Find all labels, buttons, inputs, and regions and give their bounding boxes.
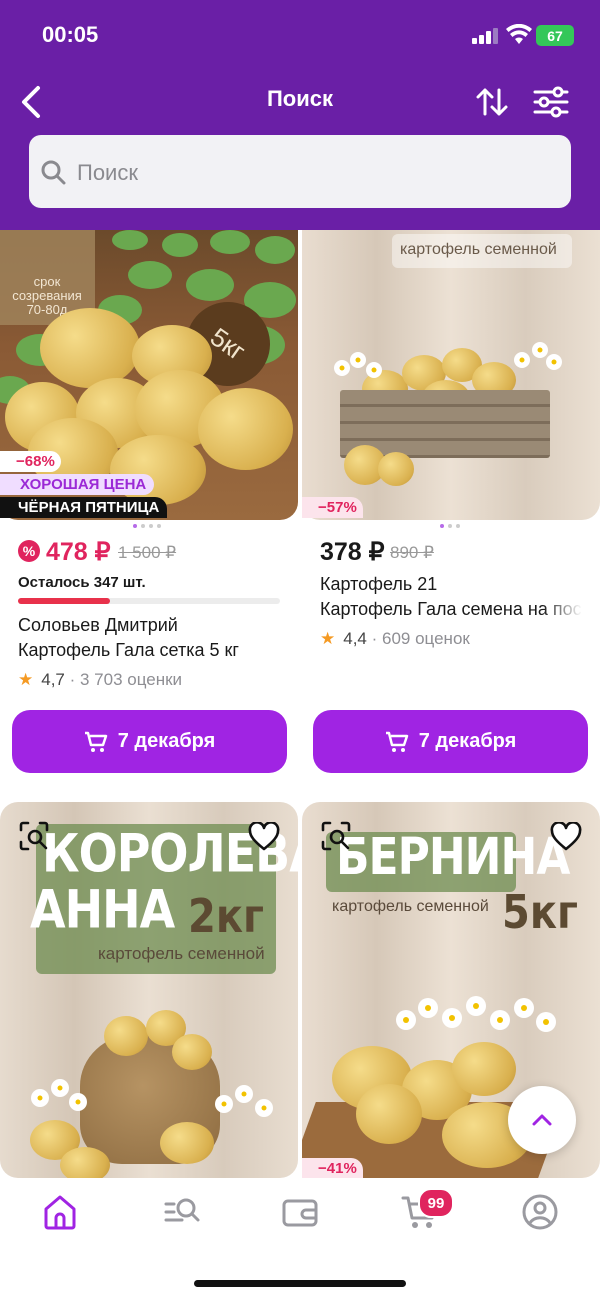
flowers	[396, 996, 556, 1032]
potato	[160, 1122, 214, 1164]
heart-icon[interactable]	[248, 822, 280, 852]
chevron-up-icon	[532, 1114, 552, 1126]
catalog-icon[interactable]	[162, 1192, 202, 1232]
rating-value: 4,7	[41, 670, 65, 689]
wallet-icon[interactable]	[280, 1192, 320, 1232]
image-text: 2кг	[188, 890, 264, 944]
flowers	[31, 1079, 87, 1111]
stock-progress	[18, 598, 280, 604]
filter-icon[interactable]	[532, 84, 570, 120]
page-title: Поиск	[266, 86, 334, 111]
product-price: 478 ₽	[46, 538, 111, 566]
product-rating: ★ 4,7 · 3 703 оценки	[18, 670, 182, 690]
rating-value: 4,4	[343, 629, 367, 648]
product-old-price: 890 ₽	[390, 543, 434, 562]
wifi-icon	[506, 24, 532, 44]
delivery-date: 7 декабря	[117, 730, 216, 752]
good-price-badge: ХОРОШАЯ ЦЕНА	[0, 474, 155, 495]
star-icon: ★	[320, 629, 336, 648]
image-text: АННА	[30, 877, 175, 941]
carousel-dots	[133, 524, 161, 528]
potato	[60, 1147, 110, 1178]
cart-icon	[84, 731, 107, 752]
product-title[interactable]: Картофель Гала сетка 5 кг	[18, 638, 288, 663]
sort-icon[interactable]	[474, 84, 510, 120]
product-price: 378 ₽	[320, 538, 385, 566]
review-count: · 3 703 оценки	[69, 670, 183, 689]
potato	[452, 1042, 516, 1096]
black-friday-badge: ЧЁРНАЯ ПЯТНИЦА	[0, 497, 168, 518]
image-text: картофель семенной	[332, 898, 489, 915]
image-text: картофель семенной	[400, 241, 557, 258]
header: 00:05 67 Поиск	[0, 0, 600, 230]
nav-row: Поиск	[0, 78, 600, 128]
product-old-price: 1 500 ₽	[118, 543, 177, 562]
search-input[interactable]	[75, 153, 559, 193]
product-seller[interactable]: Соловьев Дмитрий	[18, 613, 288, 638]
stock-progress-fill	[18, 598, 110, 604]
home-icon[interactable]	[40, 1192, 80, 1232]
potato	[172, 1034, 212, 1070]
battery-indicator: 67	[536, 25, 574, 46]
image-text: картофель семенной	[98, 944, 265, 963]
review-count: · 609 оценок	[371, 629, 470, 648]
stock-left: Осталось 347 шт.	[18, 574, 146, 591]
status-bar: 00:05 67	[0, 0, 600, 70]
product-image[interactable]: картофель семенной	[302, 230, 600, 520]
product-title[interactable]: Картофель Гала семена на пос	[320, 597, 582, 622]
status-time: 00:05	[42, 22, 99, 47]
image-text: БЕРНИНА	[336, 828, 570, 887]
flowers	[334, 352, 382, 378]
cellular-signal-icon	[472, 28, 498, 44]
add-to-cart-button[interactable]: 7 декабря	[313, 710, 588, 773]
carousel-dots	[440, 524, 460, 528]
visual-search-icon[interactable]	[18, 820, 50, 852]
search-icon	[41, 160, 66, 185]
discount-badge: −57%	[302, 497, 363, 518]
cart-count-badge: 99	[418, 1188, 454, 1218]
home-indicator	[194, 1280, 406, 1287]
flowers	[215, 1085, 273, 1117]
discount-badge: −68%	[0, 451, 61, 472]
potato	[104, 1016, 148, 1056]
sale-icon: %	[18, 540, 40, 562]
scroll-to-top-button[interactable]	[508, 1086, 576, 1154]
add-to-cart-button[interactable]: 7 декабря	[12, 710, 287, 773]
potato	[40, 308, 140, 388]
search-bar[interactable]	[29, 135, 571, 208]
flowers	[514, 342, 562, 370]
delivery-date: 7 декабря	[418, 730, 517, 752]
visual-search-icon[interactable]	[320, 820, 352, 852]
potato	[198, 388, 293, 470]
potato	[378, 452, 414, 486]
profile-icon[interactable]	[520, 1192, 560, 1232]
potato	[356, 1084, 422, 1144]
cart-icon	[385, 731, 408, 752]
product-image[interactable]: КОРОЛЕВА АННА 2кг картофель семенной	[0, 802, 298, 1178]
product-seller[interactable]: Картофель 21	[320, 572, 588, 597]
heart-icon[interactable]	[550, 822, 582, 852]
discount-badge: −41%	[302, 1158, 363, 1179]
star-icon: ★	[18, 670, 34, 689]
image-text: 5кг	[502, 886, 578, 940]
product-rating: ★ 4,4 · 609 оценок	[320, 629, 470, 649]
